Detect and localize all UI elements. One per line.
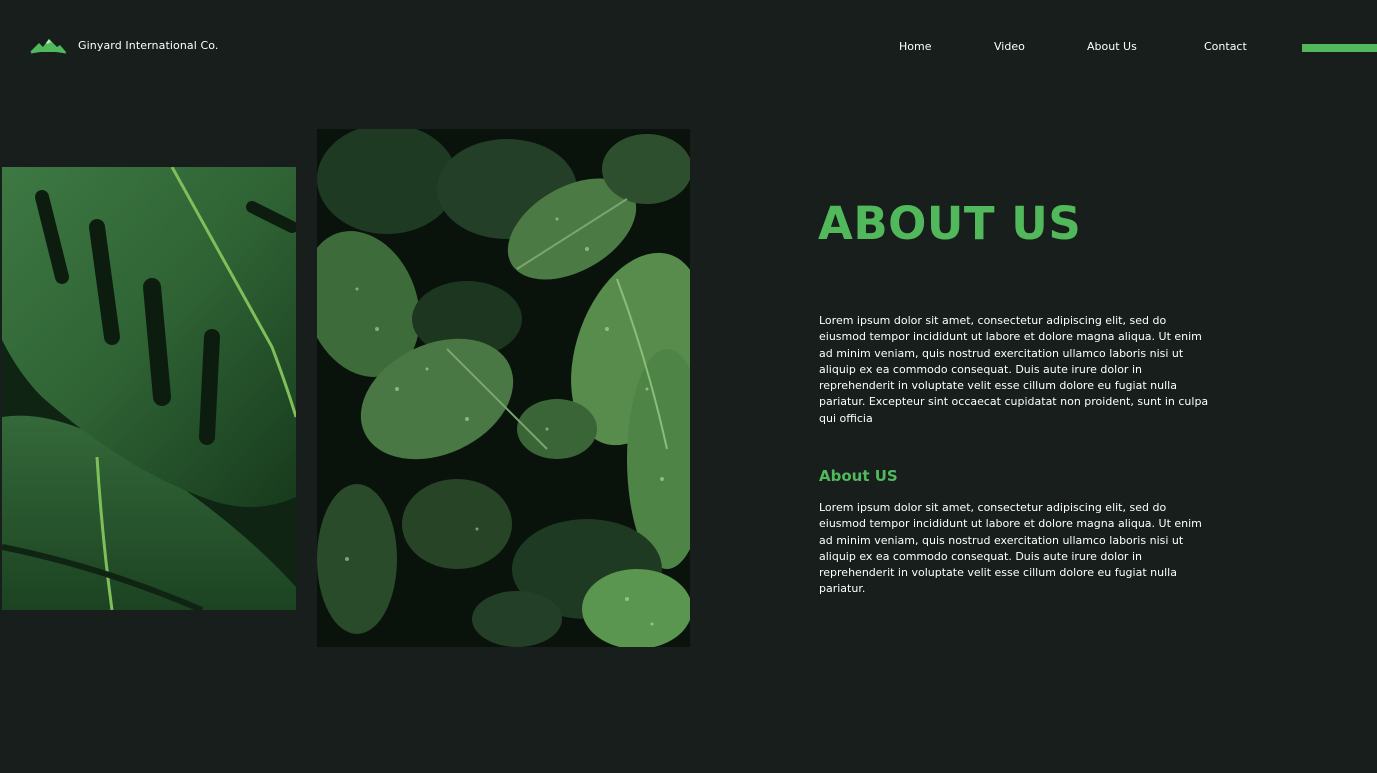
nav-item-video[interactable]: Video xyxy=(994,40,1025,53)
brand-logo[interactable]: Ginyard International Co. xyxy=(29,36,218,56)
brand-name: Ginyard International Co. xyxy=(78,39,219,52)
wet-leaves-image xyxy=(317,129,690,647)
mountain-icon xyxy=(30,39,67,54)
page-title: ABOUT US xyxy=(818,197,1082,250)
nav-item-home[interactable]: Home xyxy=(899,40,931,53)
about-paragraph-1: Lorem ipsum dolor sit amet, consectetur … xyxy=(819,314,1209,425)
nav-accent-bar xyxy=(1302,44,1377,52)
section-subheading: About US xyxy=(819,467,898,485)
nav-item-contact[interactable]: Contact xyxy=(1204,40,1247,53)
monstera-leaves-image xyxy=(2,167,296,610)
nav-item-about-us[interactable]: About Us xyxy=(1087,40,1137,53)
about-paragraph-2: Lorem ipsum dolor sit amet, consectetur … xyxy=(819,501,1202,596)
